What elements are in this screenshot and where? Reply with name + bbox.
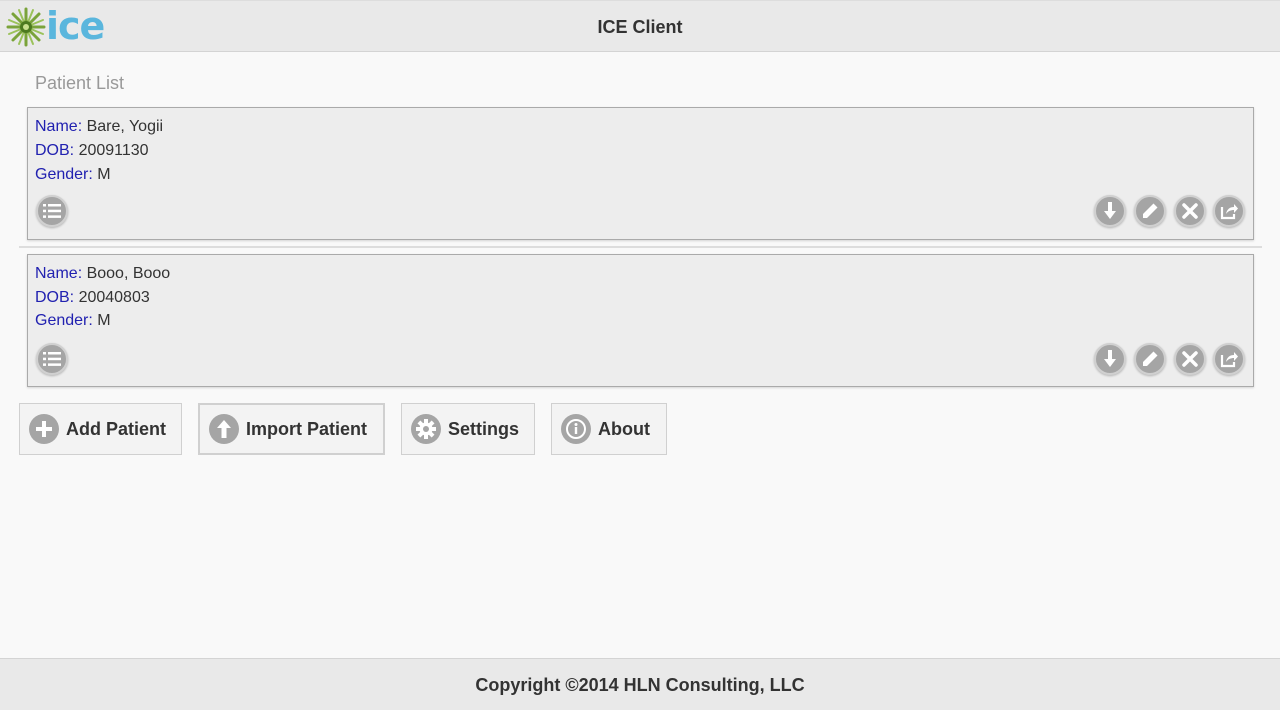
list-icon [43, 204, 61, 218]
edit-button[interactable] [1134, 195, 1166, 227]
gender-label: Gender [35, 312, 89, 329]
patient-gender-line: Gender: M [35, 166, 111, 183]
name-label: Name [35, 118, 78, 135]
footer-bar: Copyright ©2014 HLN Consulting, LLC [0, 658, 1280, 710]
export-button[interactable] [1213, 343, 1245, 375]
copyright-text: Copyright ©2014 HLN Consulting, LLC [475, 675, 805, 695]
patient-card: Name: Bare, Yogii DOB: 20091130 Gender: … [27, 107, 1254, 240]
list-divider [19, 246, 1262, 248]
add-patient-label: Add Patient [66, 418, 167, 439]
patient-name: Booo, Booo [86, 265, 171, 282]
edit-button[interactable] [1134, 343, 1166, 375]
patient-name-line: Name: Booo, Booo [35, 265, 171, 282]
page-title: ICE Client [597, 17, 683, 37]
export-button[interactable] [1213, 195, 1245, 227]
settings-label: Settings [448, 418, 520, 439]
patient-dob: 20040803 [78, 289, 150, 306]
view-details-button[interactable] [36, 195, 68, 227]
gear-icon [411, 414, 441, 444]
gender-label: Gender [35, 166, 89, 183]
export-icon [1220, 204, 1238, 220]
edit-icon [1143, 203, 1158, 218]
header-bar: ice ICE Client [0, 0, 1280, 52]
patient-dob-line: DOB: 20091130 [35, 142, 149, 159]
download-icon [1104, 202, 1116, 219]
patient-dob: 20091130 [78, 142, 149, 159]
upload-arrow-icon [209, 414, 239, 444]
patient-card: Name: Booo, Booo DOB: 20040803 Gender: M [27, 254, 1254, 387]
download-button[interactable] [1094, 195, 1126, 227]
dob-label: DOB [35, 289, 70, 306]
edit-icon [1143, 351, 1158, 366]
about-button[interactable]: About [551, 403, 667, 455]
patient-list-heading: Patient List [35, 73, 125, 93]
delete-button[interactable] [1174, 343, 1206, 375]
add-patient-button[interactable]: Add Patient [19, 403, 182, 455]
download-button[interactable] [1094, 343, 1126, 375]
dob-label: DOB [35, 142, 70, 159]
delete-icon [1182, 351, 1198, 367]
delete-icon [1182, 203, 1198, 219]
import-patient-label: Import Patient [246, 418, 368, 439]
patient-gender-line: Gender: M [35, 312, 111, 329]
import-patient-button[interactable]: Import Patient [198, 403, 385, 455]
delete-button[interactable] [1174, 195, 1206, 227]
patient-name-line: Name: Bare, Yogii [35, 118, 164, 135]
download-icon [1104, 350, 1116, 367]
view-details-button[interactable] [36, 343, 68, 375]
patient-gender: M [97, 166, 111, 183]
patient-gender: M [97, 312, 111, 329]
name-label: Name [35, 265, 78, 282]
list-icon [43, 352, 61, 366]
export-icon [1220, 352, 1238, 368]
about-label: About [598, 418, 650, 439]
info-icon [561, 414, 591, 444]
patient-name: Bare, Yogii [86, 118, 164, 135]
plus-icon [29, 414, 59, 444]
settings-button[interactable]: Settings [401, 403, 535, 455]
patient-dob-line: DOB: 20040803 [35, 289, 150, 306]
